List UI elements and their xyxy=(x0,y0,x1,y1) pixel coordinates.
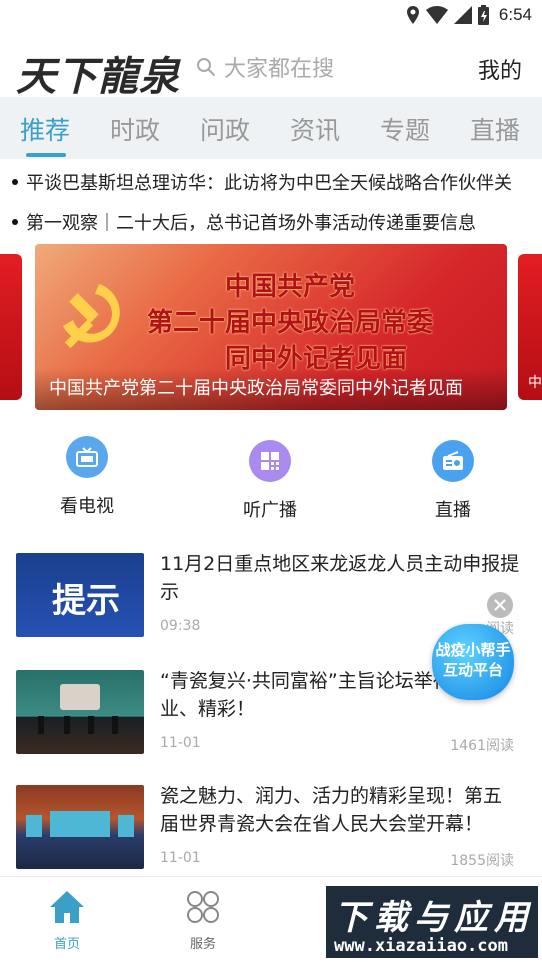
article-item[interactable]: 瓷之魅力、润力、活力的精彩呈现！第五届世界青瓷大会在省人民大会堂开幕！ 11-0… xyxy=(0,780,542,872)
tab-inquiry[interactable]: 问政 xyxy=(180,97,270,159)
status-icons: 6:54 xyxy=(406,4,532,26)
status-time: 6:54 xyxy=(498,5,532,24)
article-thumbnail xyxy=(16,785,144,869)
location-icon xyxy=(406,6,419,24)
quick-link-label: 看电视 xyxy=(60,496,114,517)
banner-carousel[interactable]: 中国共产党 第二十届中央政治局常委 同中外记者见面 中国共产党第二十届中央政治局… xyxy=(0,244,542,410)
quick-link-label: 直播 xyxy=(435,500,471,521)
search-placeholder: 大家都在搜 xyxy=(224,57,335,82)
search-icon xyxy=(197,58,215,76)
wifi-icon xyxy=(425,6,448,24)
bullet-dot xyxy=(12,219,18,225)
article-reads: 1855阅读 xyxy=(450,853,514,869)
article-title: 瓷之魅力、润力、活力的精彩呈现！第五届世界青瓷大会在省人民大会堂开幕！ xyxy=(160,785,503,835)
article-time: 09:38 xyxy=(160,618,201,634)
home-icon xyxy=(50,891,84,923)
mine-button[interactable]: 我的 xyxy=(478,53,522,85)
app-logo: 天下龍泉 xyxy=(16,53,180,100)
article-thumbnail: 提示 xyxy=(16,553,144,637)
next-slide-caption: 中 xyxy=(528,375,542,391)
tab-recommend[interactable]: 推荐 xyxy=(0,97,90,159)
article-title: 11月2日重点地区来龙返龙人员主动申报提示 xyxy=(160,553,520,603)
nav-label: 服务 xyxy=(189,937,216,952)
signal-icon xyxy=(453,6,472,24)
banner-slide[interactable]: 中国共产党 第二十届中央政治局常委 同中外记者见面 中国共产党第二十届中央政治局… xyxy=(35,244,507,410)
app-header: 天下龍泉 大家都在搜 我的 xyxy=(0,38,542,100)
article-thumbnail xyxy=(16,670,144,754)
quick-link-tv[interactable]: 看电视 xyxy=(60,436,114,518)
tab-live[interactable]: 直播 xyxy=(450,97,540,159)
article-time: 11-01 xyxy=(160,850,201,866)
headline-item[interactable]: 平谈巴基斯坦总理访华：此访将为中巴全天候战略合作伙伴关 xyxy=(0,162,542,202)
active-tab-indicator xyxy=(26,153,66,157)
tv-icon xyxy=(66,436,108,478)
quick-links: 看电视 听广播 直播 xyxy=(0,432,542,527)
banner-heading-line1: 中国共产党 xyxy=(225,272,356,302)
status-bar: 6:54 xyxy=(0,0,542,30)
services-icon xyxy=(187,891,219,923)
tab-politics[interactable]: 时政 xyxy=(90,97,180,159)
nav-home[interactable]: 首页 xyxy=(32,889,102,952)
banner-heading-line2: 第二十届中央政治局常委 xyxy=(147,308,434,338)
live-radio-icon xyxy=(432,440,474,482)
article-time: 11-01 xyxy=(160,735,201,751)
close-floating-icon[interactable] xyxy=(487,592,513,618)
banner-caption: 中国共产党第二十届中央政治局常委同中外记者见面 xyxy=(49,378,463,399)
party-emblem-icon xyxy=(63,284,120,349)
banner-prev-slide[interactable] xyxy=(0,254,22,400)
quick-link-radio[interactable]: 听广播 xyxy=(243,440,297,522)
helper-line1: 战疫小帮手 xyxy=(435,641,511,659)
helper-line2: 互动平台 xyxy=(442,661,503,679)
bullet-dot xyxy=(12,179,18,185)
headline-item[interactable]: 第一观察｜二十大后，总书记首场外事活动传递重要信息 xyxy=(0,202,542,242)
headline-list: 平谈巴基斯坦总理访华：此访将为中巴全天候战略合作伙伴关 第一观察｜二十大后，总书… xyxy=(0,162,542,242)
tab-topics[interactable]: 专题 xyxy=(360,97,450,159)
banner-next-slide[interactable]: 中 xyxy=(518,254,542,400)
search-bar[interactable]: 大家都在搜 xyxy=(196,52,334,82)
category-tabs: 推荐 时政 问政 资讯 专题 直播 xyxy=(0,97,542,159)
article-reads: 1461阅读 xyxy=(450,738,514,754)
tab-news[interactable]: 资讯 xyxy=(270,97,360,159)
radio-grid-icon xyxy=(249,440,291,482)
banner-caption-overlay: 中国共产党第二十届中央政治局常委同中外记者见面 xyxy=(35,368,507,410)
battery-icon xyxy=(477,5,489,25)
quick-link-live[interactable]: 直播 xyxy=(432,440,474,522)
watermark-title: 下载与应用 xyxy=(334,898,534,938)
nav-services[interactable]: 服务 xyxy=(168,889,238,952)
site-watermark: 下载与应用 www.xiazaiiao.com xyxy=(324,884,540,960)
epidemic-helper-button[interactable]: 战疫小帮手 互动平台 xyxy=(432,624,514,700)
thumbnail-text: 提示 xyxy=(52,581,120,621)
nav-label: 首页 xyxy=(53,937,80,952)
quick-link-label: 听广播 xyxy=(243,500,297,521)
watermark-url: www.xiazaiiao.com xyxy=(334,936,508,956)
